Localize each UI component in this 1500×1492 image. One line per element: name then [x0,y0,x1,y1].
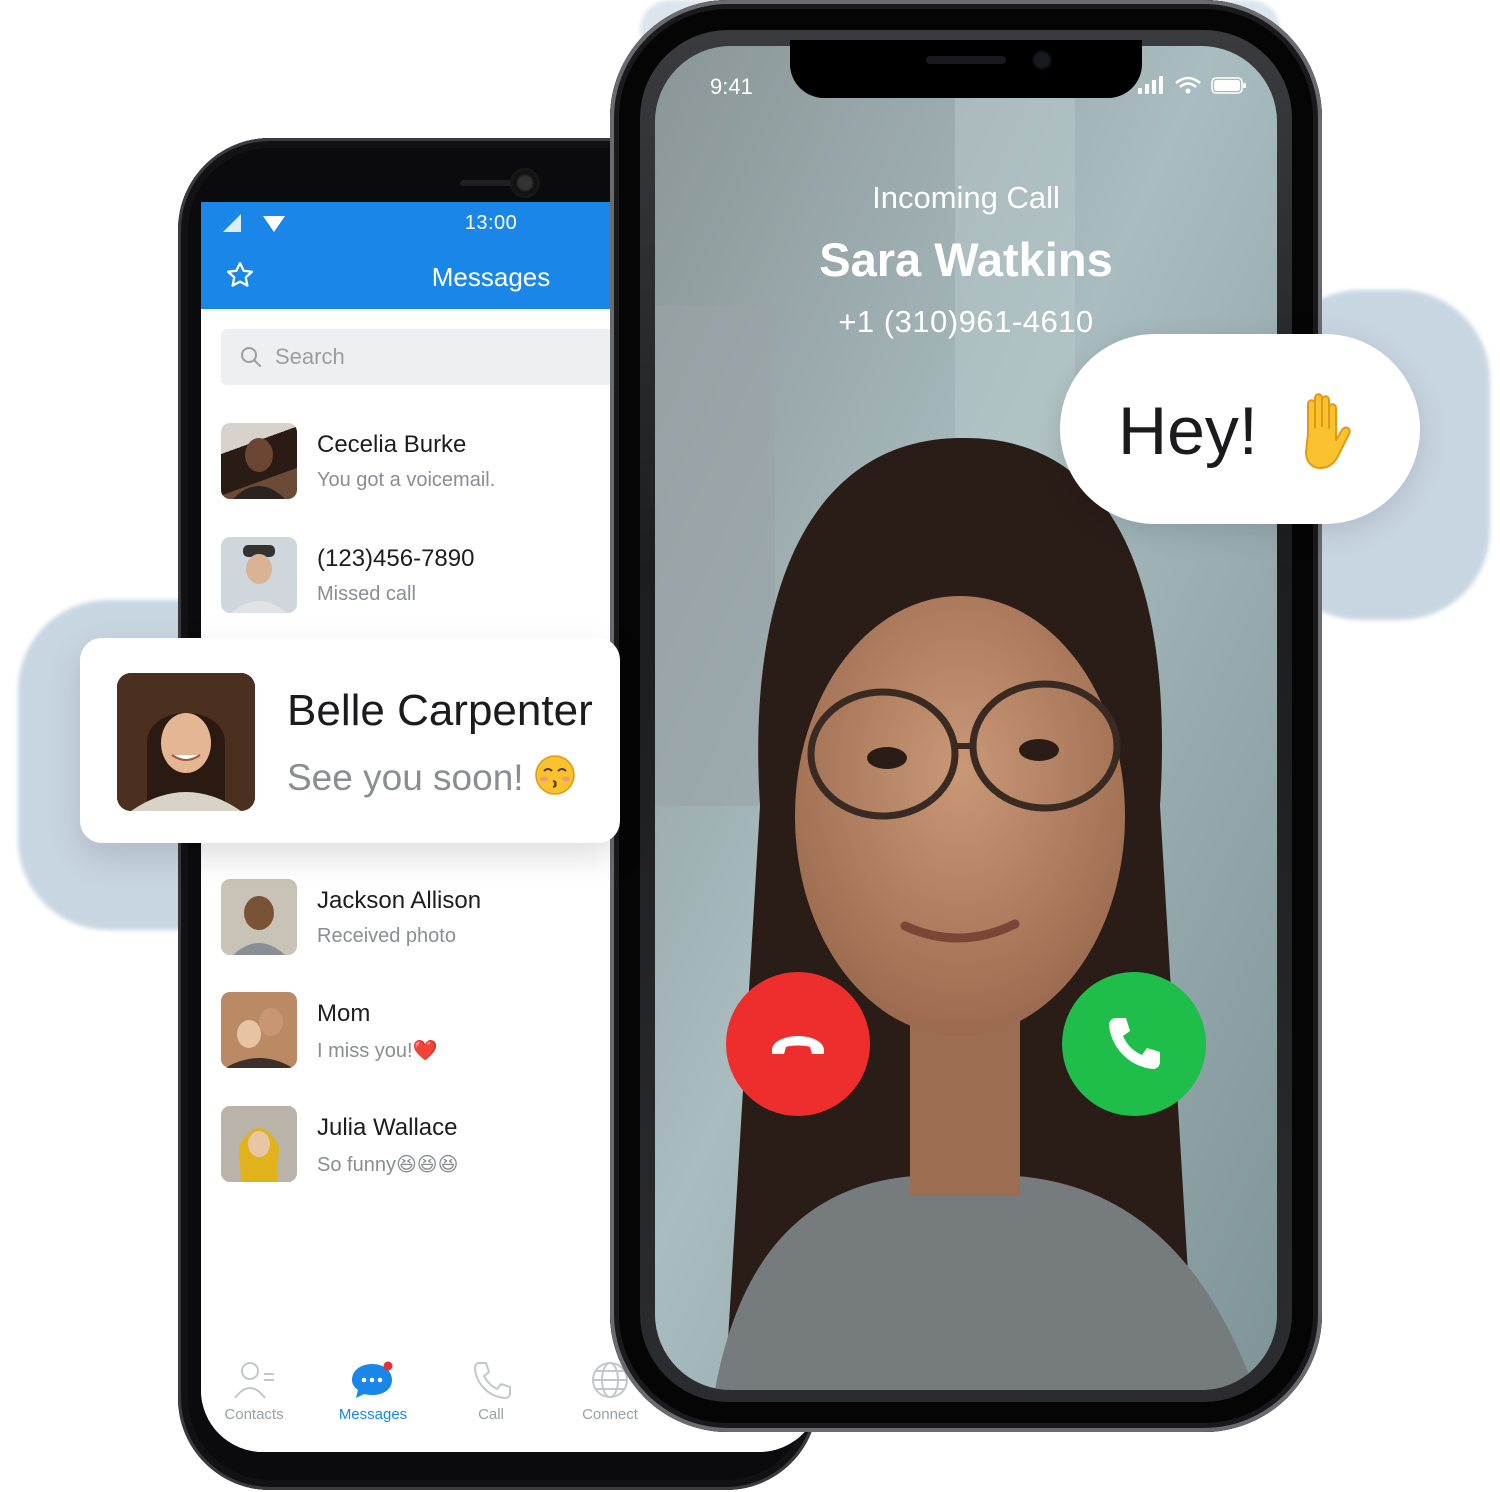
caller-name: Sara Watkins [819,233,1113,286]
message-preview: You got a voicemail. [317,469,496,491]
message-preview: I miss you!❤️ [317,1040,438,1062]
message-preview: Missed call [317,583,416,605]
avatar [221,1106,297,1182]
notification-message: See you soon! [287,754,576,799]
avatar [221,879,297,955]
front-camera [1034,52,1050,68]
search-icon [241,347,261,367]
search-placeholder: Search [275,344,345,369]
message-preview: Received photo [317,925,456,947]
tab-call[interactable]: Call [431,1360,551,1423]
contacts-icon [234,1362,274,1399]
contact-name: Julia Wallace [317,1114,458,1141]
contact-name: Mom [317,1000,371,1027]
notification-sender: Belle Carpenter [287,686,593,735]
phone-icon [1109,1018,1160,1069]
avatar [221,992,297,1068]
raised-hand-emoji [1305,393,1351,469]
laughing-emoji: 😆😆😆 [395,1154,459,1176]
tab-messages[interactable]: Messages [313,1360,433,1423]
heart-emoji: ❤️ [412,1040,438,1062]
contact-name: Jackson Allison [317,887,482,914]
phone-icon [474,1362,511,1399]
chat-bubble-icon [352,1361,393,1398]
avatar [221,423,297,499]
earpiece-speaker [926,56,1006,64]
hang-up-icon [772,1036,824,1054]
call-status: Incoming Call [872,180,1060,215]
kissing-face-emoji [535,755,575,795]
decline-call-button[interactable] [726,972,870,1116]
notch [790,40,1142,98]
hey-message-text: Hey! [1118,393,1258,469]
avatar [117,673,255,811]
contact-name: (123)456-7890 [317,545,475,572]
accept-call-button[interactable] [1062,972,1206,1116]
contact-name: Cecelia Burke [317,431,467,458]
message-preview: So funny😆😆😆 [317,1154,459,1176]
status-bar-time: 9:41 [710,74,753,99]
status-icons [1138,76,1246,94]
hey-message-bubble: Hey! [1060,334,1420,524]
tab-contacts[interactable]: Contacts [201,1360,314,1423]
avatar [221,537,297,613]
message-notification-card[interactable]: Belle Carpenter See you soon! [80,638,620,843]
front-camera [510,168,540,198]
